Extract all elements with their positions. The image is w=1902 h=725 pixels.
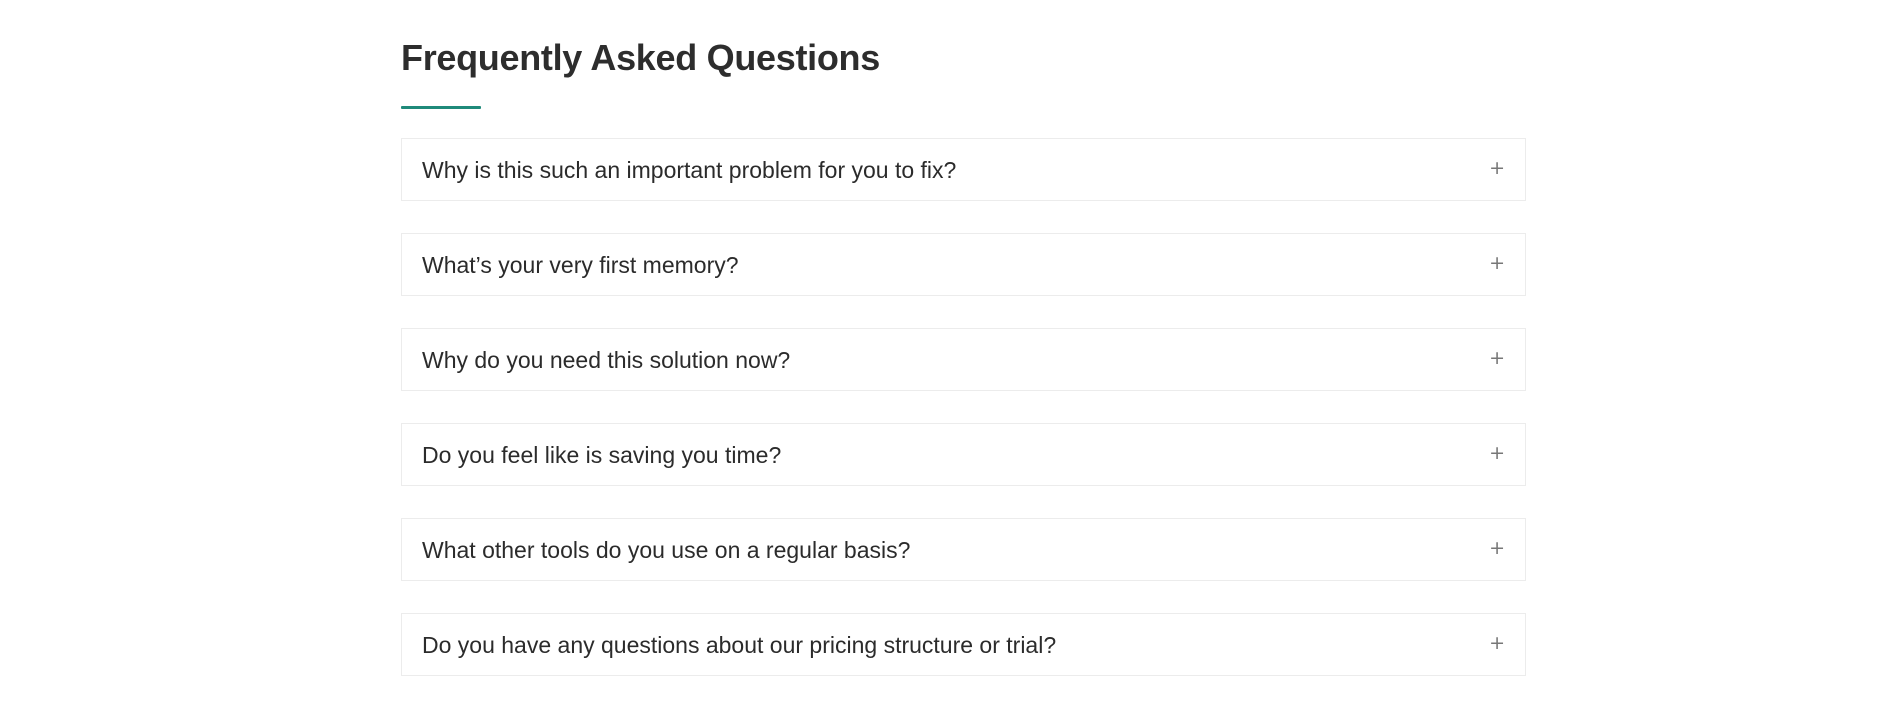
faq-question: Why do you need this solution now?: [422, 346, 791, 373]
title-underline: [401, 106, 481, 109]
faq-item-solution-now[interactable]: Why do you need this solution now? +: [401, 328, 1526, 391]
faq-item-saving-time[interactable]: Do you feel like is saving you time? +: [401, 423, 1526, 486]
faq-question: What other tools do you use on a regular…: [422, 536, 911, 563]
plus-icon[interactable]: +: [1489, 538, 1505, 558]
faq-item-pricing-trial[interactable]: Do you have any questions about our pric…: [401, 613, 1526, 676]
faq-list: Why is this such an important problem fo…: [401, 138, 1526, 676]
plus-icon[interactable]: +: [1489, 348, 1505, 368]
faq-item-first-memory[interactable]: What’s your very first memory? +: [401, 233, 1526, 296]
page-title: Frequently Asked Questions: [401, 37, 880, 78]
faq-item-other-tools[interactable]: What other tools do you use on a regular…: [401, 518, 1526, 581]
faq-section: Frequently Asked Questions Why is this s…: [401, 0, 1526, 708]
faq-question: Do you have any questions about our pric…: [422, 631, 1057, 658]
faq-question: Do you feel like is saving you time?: [422, 441, 782, 468]
plus-icon[interactable]: +: [1489, 253, 1505, 273]
faq-question: Why is this such an important problem fo…: [422, 156, 957, 183]
faq-question: What’s your very first memory?: [422, 251, 739, 278]
plus-icon[interactable]: +: [1489, 158, 1505, 178]
plus-icon[interactable]: +: [1489, 443, 1505, 463]
plus-icon[interactable]: +: [1489, 633, 1505, 653]
faq-item-important-problem[interactable]: Why is this such an important problem fo…: [401, 138, 1526, 201]
